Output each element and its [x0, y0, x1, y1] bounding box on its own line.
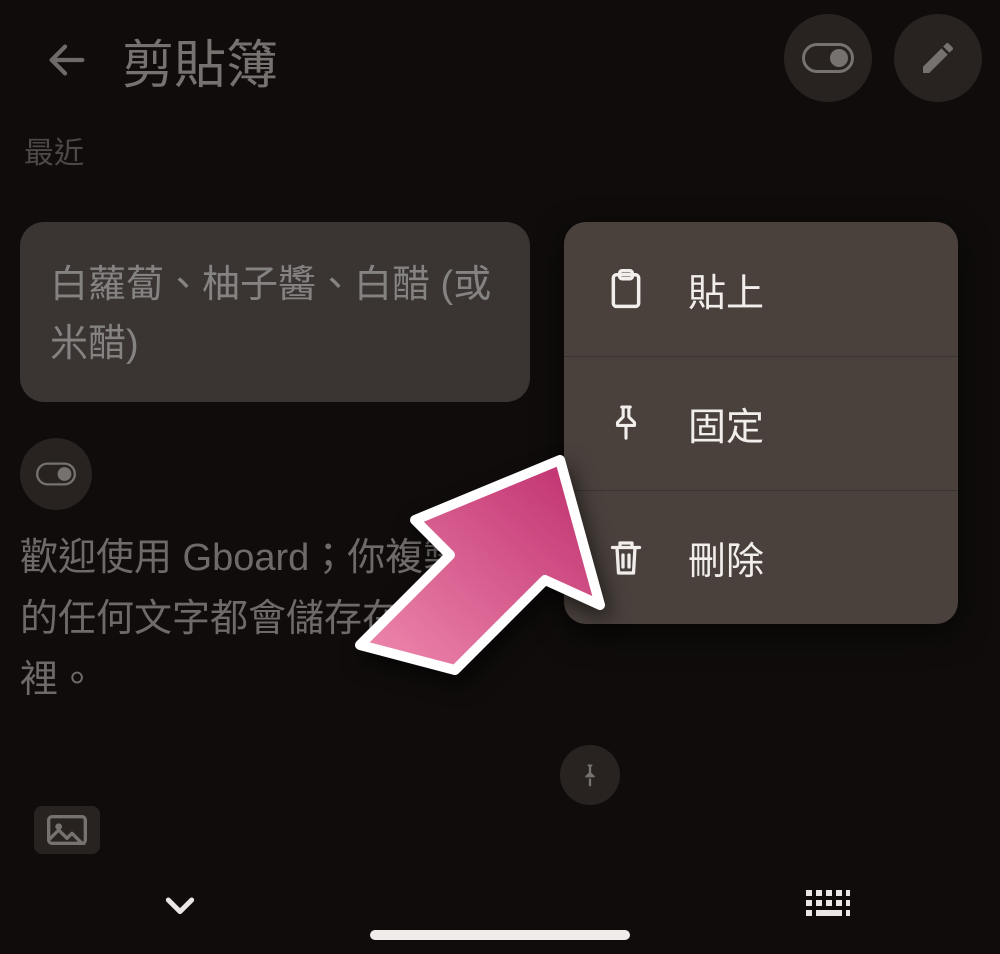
keyboard-icon: [806, 890, 850, 920]
section-label-recent: 最近: [24, 128, 84, 172]
image-icon: [34, 806, 100, 854]
collapse-button[interactable]: [160, 885, 200, 925]
toggle-icon: [20, 438, 92, 510]
menu-item-pin[interactable]: 固定: [564, 356, 958, 490]
menu-item-paste[interactable]: 貼上: [564, 222, 958, 356]
context-menu: 貼上 固定 刪除: [564, 222, 958, 624]
pin-icon: [560, 745, 620, 805]
chevron-down-icon: [160, 885, 200, 925]
home-indicator: [370, 930, 630, 940]
clipboard-item[interactable]: 白蘿蔔、柚子醬、白醋 (或米醋): [20, 222, 530, 402]
pencil-icon: [918, 38, 958, 78]
keyboard-button[interactable]: [806, 890, 850, 920]
page-title: 剪貼簿: [122, 23, 278, 98]
tip-card-welcome: 歡迎使用 Gboard；你複製的任何文字都會儲存在這裡。: [20, 438, 491, 710]
back-button[interactable]: [22, 15, 112, 105]
clipboard-item-text: 白蘿蔔、柚子醬、白醋 (或米醋): [50, 264, 491, 365]
clipboard-toggle-button[interactable]: [784, 14, 872, 102]
edit-button[interactable]: [894, 14, 982, 102]
arrow-left-icon: [44, 37, 90, 83]
pin-icon: [604, 404, 648, 444]
menu-item-label: 貼上: [688, 262, 764, 317]
menu-item-delete[interactable]: 刪除: [564, 490, 958, 624]
trash-icon: [604, 538, 648, 578]
menu-item-label: 刪除: [688, 530, 764, 585]
toggle-icon: [802, 43, 854, 73]
header-actions: [784, 14, 982, 102]
menu-item-label: 固定: [688, 396, 764, 451]
clipboard-icon: [604, 268, 648, 310]
tip-text: 歡迎使用 Gboard；你複製的任何文字都會儲存在這裡。: [20, 537, 461, 701]
header-bar: 剪貼簿: [0, 0, 1000, 120]
